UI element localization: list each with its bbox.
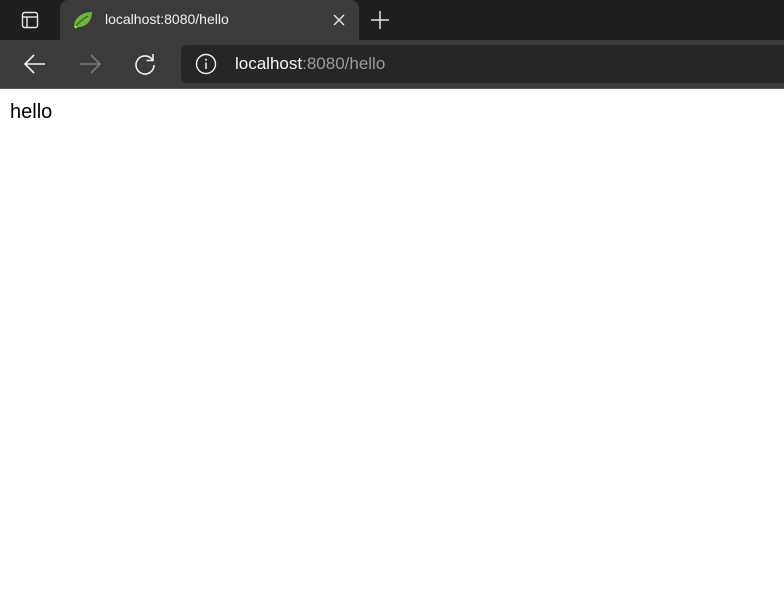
tab-strip: localhost:8080/hello (0, 0, 784, 40)
url-path: :8080/hello (302, 54, 386, 73)
page-content: hello (0, 89, 784, 610)
refresh-icon (135, 54, 155, 75)
forward-button[interactable] (75, 49, 105, 79)
new-tab-button[interactable] (366, 6, 394, 34)
toolbar: localhost:8080/hello (0, 40, 784, 88)
plus-icon (371, 11, 389, 29)
reload-button[interactable] (130, 49, 160, 79)
active-tab[interactable]: localhost:8080/hello (60, 0, 359, 40)
arrow-left-icon (23, 54, 45, 74)
tab-actions-button[interactable] (10, 0, 50, 40)
info-icon (195, 53, 217, 75)
close-icon (333, 14, 345, 26)
url-host: localhost (235, 54, 303, 73)
address-bar[interactable]: localhost:8080/hello (181, 45, 784, 83)
back-button[interactable] (20, 49, 50, 79)
url-text: localhost:8080/hello (235, 54, 385, 74)
page-body-text: hello (10, 101, 53, 123)
tab-title: localhost:8080/hello (105, 11, 229, 27)
close-tab-button[interactable] (327, 8, 351, 32)
tab-actions-icon (21, 11, 39, 29)
site-info-button[interactable] (195, 53, 217, 75)
spring-leaf-icon (72, 10, 94, 30)
browser-window: localhost:8080/hello localhost:8080/hell… (0, 0, 784, 610)
arrow-right-icon (80, 54, 102, 74)
